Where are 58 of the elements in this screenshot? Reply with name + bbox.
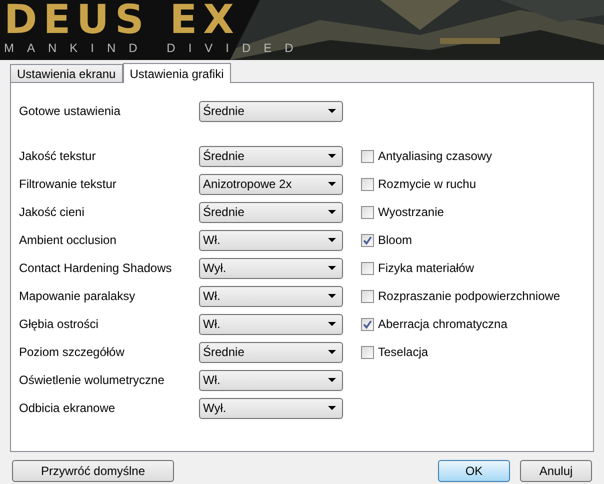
dropdown[interactable]: Anizotropowe 2x <box>199 174 343 194</box>
caret-icon <box>328 406 336 410</box>
checkbox[interactable] <box>361 206 374 218</box>
setting-label: Contact Hardening Shadows <box>19 260 173 277</box>
caret-icon <box>328 350 336 354</box>
ok-button[interactable]: OK <box>438 460 510 482</box>
setting-label: Filtrowanie tekstur <box>19 176 118 193</box>
setting-label: Gotowe ustawienia <box>19 103 122 120</box>
check-icon <box>363 236 372 244</box>
checkbox-label: Fizyka materiałów <box>378 260 474 277</box>
dropdown[interactable]: Średnie <box>199 202 343 222</box>
checkbox-label: Aberracja chromatyczna <box>378 316 508 333</box>
dropdown[interactable]: Wł. <box>199 286 343 306</box>
dropdown[interactable]: Wł. <box>199 314 343 334</box>
checkbox-label: Antyaliasing czasowy <box>378 148 492 165</box>
setting-label: Mapowanie paralaksy <box>19 288 136 305</box>
caret-icon <box>328 266 336 270</box>
cancel-button[interactable]: Anuluj <box>520 460 592 482</box>
tab[interactable]: Ustawienia grafiki <box>122 63 231 83</box>
checkbox[interactable] <box>361 178 374 190</box>
checkbox-label: Wyostrzanie <box>378 204 444 221</box>
checkbox[interactable] <box>361 346 374 358</box>
caret-icon <box>328 294 336 298</box>
checkbox[interactable] <box>361 290 374 302</box>
checkbox[interactable] <box>361 234 374 246</box>
checkbox-label: Bloom <box>378 232 412 249</box>
setting-label: Głębia ostrości <box>19 316 100 333</box>
dropdown[interactable]: Wył. <box>199 258 343 278</box>
logo-title: DEUS EX <box>4 0 240 40</box>
setting-label: Jakość tekstur <box>19 148 97 165</box>
dropdown[interactable]: Średnie <box>199 342 343 362</box>
dropdown[interactable]: Średnie <box>199 146 343 166</box>
setting-label: Jakość cieni <box>19 204 86 221</box>
setting-label: Ambient occlusion <box>19 232 118 249</box>
checkbox[interactable] <box>361 318 374 330</box>
logo-subtitle: MANKIND DIVIDED <box>4 40 306 56</box>
setting-label: Odbicia ekranowe <box>19 400 116 417</box>
caret-icon <box>328 210 336 214</box>
caret-icon <box>328 322 336 326</box>
checkbox[interactable] <box>361 262 374 274</box>
dropdown[interactable]: Wł. <box>199 230 343 250</box>
checkbox[interactable] <box>361 150 374 162</box>
checkbox-label: Teselacja <box>378 344 428 361</box>
caret-icon <box>328 378 336 382</box>
reset-button[interactable]: Przywróć domyślne <box>12 460 174 482</box>
caret-icon <box>328 238 336 242</box>
dropdown[interactable]: Wył. <box>199 398 343 418</box>
caret-icon <box>328 154 336 158</box>
setting-label: Poziom szczegółów <box>19 344 126 361</box>
caret-icon <box>328 182 336 186</box>
checkbox-label: Rozpraszanie podpowierzchniowe <box>378 288 560 305</box>
caret-icon <box>328 109 336 113</box>
dropdown[interactable]: Wł. <box>199 370 343 390</box>
setting-label: Oświetlenie wolumetryczne <box>19 372 166 389</box>
check-icon <box>363 320 372 328</box>
tab[interactable]: Ustawienia ekranu <box>10 64 123 82</box>
dropdown[interactable]: Średnie <box>199 100 343 122</box>
checkbox-label: Rozmycie w ruchu <box>378 176 476 193</box>
